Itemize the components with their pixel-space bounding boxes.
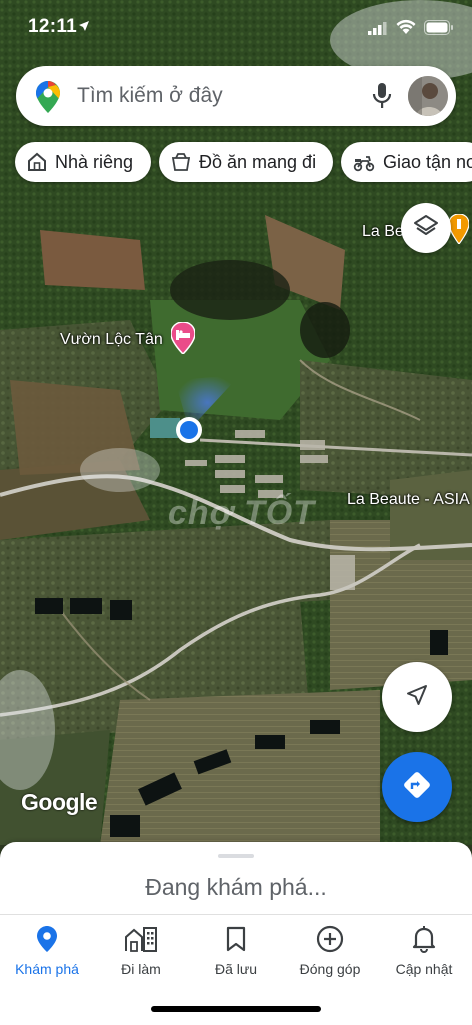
battery-icon xyxy=(424,20,454,40)
nav-label: Đi làm xyxy=(121,961,161,977)
signal-icon xyxy=(368,22,388,40)
map-label-la-be[interactable]: La Be xyxy=(362,223,404,241)
status-bar: 12:11 xyxy=(0,0,472,58)
nav-item-kham-pha[interactable]: Khám phá xyxy=(0,923,94,977)
nav-item-dong-gop[interactable]: Đóng góp xyxy=(283,923,377,977)
maps-pin-icon xyxy=(36,81,60,118)
avatar[interactable] xyxy=(408,76,448,116)
status-time: 12:11 xyxy=(28,16,78,37)
takeout-icon xyxy=(171,152,191,172)
map-label-vuon-loc-tan[interactable]: Vườn Lộc Tân xyxy=(60,331,163,349)
nav-item-da-luu[interactable]: Đã lưu xyxy=(189,923,283,977)
explore-sheet[interactable]: Đang khám phá... xyxy=(0,842,472,914)
wifi-icon xyxy=(396,19,416,39)
nav-label: Khám phá xyxy=(15,961,79,977)
category-chips: Nhà riêng Đồ ăn mang đi Giao tận nơ xyxy=(0,142,472,182)
add-circle-icon xyxy=(316,923,344,955)
map-label-text: Vườn Lộc Tân xyxy=(60,331,163,348)
chip-do-an-mang-di[interactable]: Đồ ăn mang đi xyxy=(159,142,333,182)
watermark-text: chợ TỐT xyxy=(168,494,315,532)
nav-label: Đã lưu xyxy=(214,961,258,977)
nav-item-cap-nhat[interactable]: Cập nhật xyxy=(377,923,471,977)
hotel-bed-icon[interactable] xyxy=(170,321,196,359)
mic-icon[interactable] xyxy=(371,82,393,115)
commute-icon xyxy=(124,923,158,955)
map-label-text: La Be xyxy=(362,223,404,240)
chip-label: Đồ ăn mang đi xyxy=(199,151,317,172)
nav-label: Đóng góp xyxy=(299,961,361,977)
my-location-button[interactable] xyxy=(382,662,452,732)
nav-item-di-lam[interactable]: Đi làm xyxy=(94,923,188,977)
layers-button[interactable] xyxy=(401,203,451,253)
map-label-la-beaute-asia[interactable]: La Beaute - ASIA xyxy=(347,491,470,509)
delivery-scooter-icon xyxy=(353,152,375,172)
nav-label: Cập nhật xyxy=(395,961,453,977)
search-bar[interactable]: Tìm kiếm ở đây xyxy=(16,66,456,126)
directions-icon xyxy=(402,770,432,805)
bookmark-icon xyxy=(226,923,246,955)
location-arrow-icon xyxy=(78,19,90,37)
sheet-status-text: Đang khám phá... xyxy=(145,874,327,900)
chip-label: Nhà riêng xyxy=(55,151,134,172)
compass-arrow-icon xyxy=(405,683,429,712)
chip-giao-tan-noi[interactable]: Giao tận nơ xyxy=(341,142,472,182)
bell-icon xyxy=(412,923,436,955)
directions-button[interactable] xyxy=(382,752,452,822)
search-input[interactable]: Tìm kiếm ở đây xyxy=(77,84,223,108)
chip-label: Giao tận nơ xyxy=(383,151,472,172)
layers-icon xyxy=(413,213,439,244)
sheet-drag-handle[interactable] xyxy=(218,854,254,858)
map-label-text: La Beaute - ASIA xyxy=(347,491,470,508)
google-logo: Google xyxy=(21,789,98,815)
explore-pin-icon xyxy=(36,923,58,955)
home-indicator[interactable] xyxy=(151,1006,321,1012)
home-icon xyxy=(27,152,47,172)
place-pin-icon[interactable] xyxy=(448,213,470,249)
chip-nha-rieng[interactable]: Nhà riêng xyxy=(15,142,151,182)
